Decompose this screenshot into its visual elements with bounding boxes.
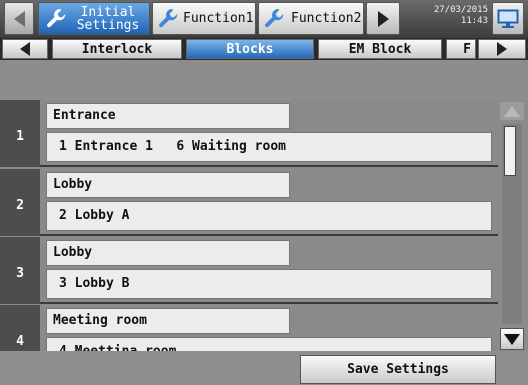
- block-row: 1 Entrance 1 Entrance 1 6 Waiting room: [0, 100, 498, 167]
- scroll-down-button[interactable]: [500, 328, 524, 350]
- clock-time: 11:43: [460, 16, 488, 26]
- tab-f[interactable]: F: [446, 39, 476, 59]
- tab-function2[interactable]: Function2: [258, 2, 364, 35]
- tab-label: Function2: [291, 11, 362, 26]
- block-number: 2: [0, 169, 40, 236]
- block-members-field[interactable]: 1 Entrance 1 6 Waiting room: [46, 132, 492, 162]
- monitor-button[interactable]: [492, 2, 524, 35]
- tab-initial-settings[interactable]: Initial Settings: [38, 2, 150, 35]
- save-settings-button[interactable]: Save Settings: [300, 355, 496, 384]
- menu-prev-button[interactable]: [4, 2, 34, 35]
- tab-function1[interactable]: Function1: [152, 2, 256, 35]
- block-number: 1: [0, 100, 40, 167]
- header-strip: [0, 60, 528, 100]
- arrow-down-icon: [504, 333, 520, 345]
- subtab-prev-button[interactable]: [2, 39, 48, 59]
- block-members-field[interactable]: 3 Lobby B: [46, 269, 492, 299]
- arrow-left-icon: [13, 10, 25, 27]
- block-number: 3: [0, 237, 40, 304]
- block-name-field[interactable]: Lobby: [46, 172, 290, 198]
- arrow-left-icon: [20, 42, 30, 56]
- wrench-icon: [47, 8, 66, 27]
- block-name-field[interactable]: Lobby: [46, 240, 290, 266]
- tab-interlock[interactable]: Interlock: [52, 39, 182, 59]
- tab-label: F: [463, 41, 471, 57]
- subtab-next-button[interactable]: [478, 39, 526, 59]
- footer-bar: Save Settings: [0, 351, 528, 385]
- arrow-up-icon: [504, 105, 520, 117]
- scroll-up-button[interactable]: [500, 102, 524, 120]
- block-members-field[interactable]: 4 Meettina room: [46, 337, 492, 351]
- monitor-icon: [497, 9, 519, 28]
- wrench-icon: [159, 8, 178, 27]
- menu-next-button[interactable]: [366, 2, 400, 35]
- tab-blocks[interactable]: Blocks: [186, 39, 314, 59]
- clock: 27/03/2015 11:43: [408, 5, 488, 27]
- block-row: 2 Lobby 2 Lobby A: [0, 169, 498, 236]
- scrollbar[interactable]: [498, 100, 528, 351]
- clock-date: 27/03/2015: [433, 5, 488, 15]
- scroll-thumb[interactable]: [504, 126, 516, 176]
- top-menu-bar: Initial Settings Function1 Function2 27/…: [0, 0, 528, 38]
- block-row: 3 Lobby 3 Lobby B: [0, 237, 498, 304]
- block-number: 4: [0, 305, 40, 351]
- block-members-field[interactable]: 2 Lobby A: [46, 201, 492, 231]
- block-row: 4 Meeting room 4 Meettina room: [0, 305, 498, 351]
- tab-label: Function1: [183, 11, 254, 26]
- tab-label: Initial Settings: [76, 4, 140, 33]
- arrow-right-icon: [497, 42, 507, 56]
- arrow-right-icon: [377, 10, 389, 27]
- sub-tab-bar: Interlock Blocks EM Block F: [0, 38, 528, 60]
- block-name-field[interactable]: Entrance: [46, 103, 290, 129]
- scroll-track[interactable]: [502, 124, 522, 324]
- tab-em-block[interactable]: EM Block: [318, 39, 442, 59]
- block-name-field[interactable]: Meeting room: [46, 308, 290, 334]
- wrench-icon: [265, 8, 284, 27]
- block-list: 1 Entrance 1 Entrance 1 6 Waiting room 2…: [0, 100, 498, 351]
